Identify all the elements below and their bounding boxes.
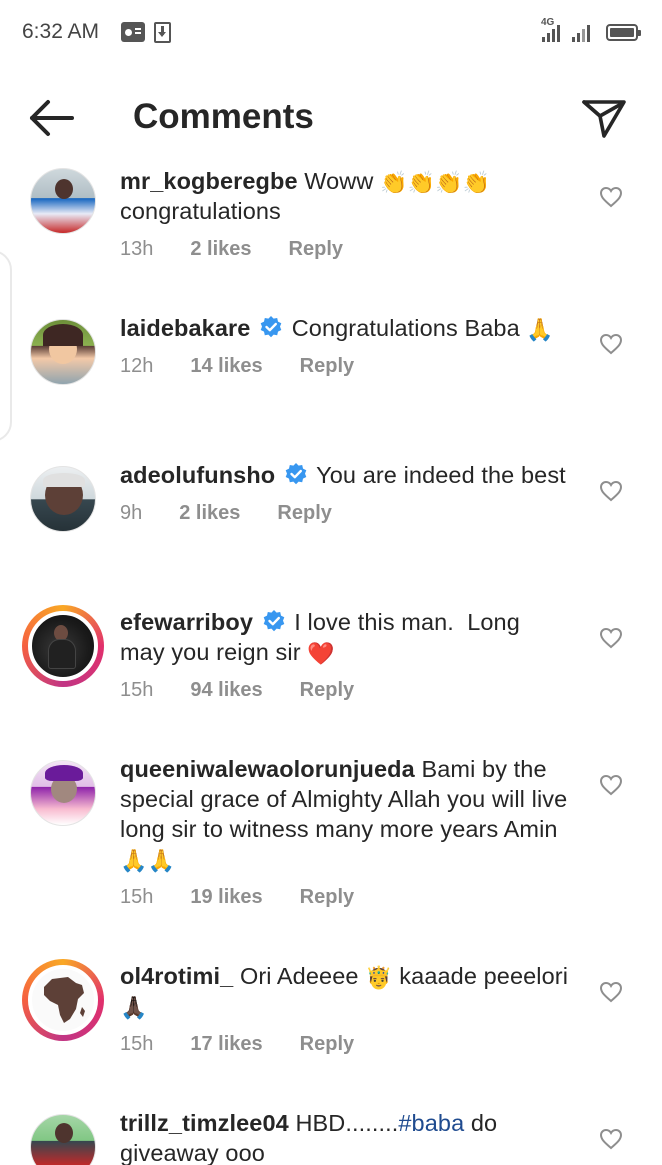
comment-item: mr_kogberegbe Woww 👏👏👏👏 congratulations … [0,156,662,303]
avatar[interactable] [26,164,100,238]
heart-icon[interactable] [599,333,623,355]
avatar[interactable] [26,756,100,830]
header: Comments [0,80,662,156]
avatar[interactable] [26,315,100,389]
comment-item: laidebakare Congratulations Baba 🙏 12h 1… [0,303,662,450]
heart-icon[interactable] [599,1128,623,1150]
likes-count[interactable]: 2 likes [179,502,240,525]
battery-icon [606,24,641,41]
comment-text: queeniwalewaolorunjueda Bami by the spec… [120,756,568,873]
comment-text: trillz_timzlee04 HBD........#baba do giv… [120,1110,498,1165]
paper-plane-icon [582,100,626,138]
avatar[interactable] [26,462,100,536]
verified-badge-icon [285,463,307,485]
username[interactable]: trillz_timzlee04 [120,1110,289,1136]
avatar[interactable] [26,1110,100,1165]
comment-meta: 15h 19 likes Reply [120,886,570,909]
comments-list: mr_kogberegbe Woww 👏👏👏👏 congratulations … [0,156,662,1165]
comment-meta: 12h 14 likes Reply [120,355,570,378]
verified-badge-icon [260,316,282,338]
status-bar: 6:32 AM 4G [0,0,662,66]
reply-button[interactable]: Reply [300,679,354,702]
heart-icon[interactable] [599,480,623,502]
comment-item: queeniwalewaolorunjueda Bami by the spec… [0,744,662,951]
heart-icon[interactable] [599,186,623,208]
likes-count[interactable]: 17 likes [190,1033,262,1056]
username[interactable]: laidebakare [120,315,250,341]
username[interactable]: efewarriboy [120,609,253,635]
comment-item: adeolufunsho You are indeed the best 9h … [0,450,662,597]
comment-text: laidebakare Congratulations Baba 🙏 [120,315,554,342]
avatar[interactable] [22,605,104,687]
comment-text: efewarriboy I love this man. Long may yo… [120,609,527,666]
username[interactable]: adeolufunsho [120,462,275,488]
heart-icon[interactable] [599,774,623,796]
comment-meta: 15h 17 likes Reply [120,1033,570,1056]
comment-time: 15h [120,886,154,908]
verified-badge-icon [263,610,284,632]
avatar[interactable] [22,959,104,1041]
reply-button[interactable]: Reply [277,502,331,525]
reply-button[interactable]: Reply [300,1033,354,1056]
comment-meta: 15h 94 likes Reply [120,679,570,702]
reply-button[interactable]: Reply [300,886,354,909]
share-button[interactable] [578,94,628,142]
heart-icon[interactable] [599,981,623,1003]
username[interactable]: mr_kogberegbe [120,168,298,194]
comment-time: 13h [120,238,154,260]
status-time: 6:32 AM [22,20,100,43]
africa-map-icon [44,977,85,1023]
reply-button[interactable]: Reply [300,355,354,378]
comment-time: 9h [120,502,143,524]
signal-icon [572,24,590,42]
comment-text: adeolufunsho You are indeed the best [120,462,566,488]
comment-meta: 9h 2 likes Reply [120,502,570,525]
comment-item: ol4rotimi_ Ori Adeeee 🤴 kaaade peeelori … [0,951,662,1098]
likes-count[interactable]: 14 likes [190,355,262,378]
comment-text: ol4rotimi_ Ori Adeeee 🤴 kaaade peeelori … [120,963,569,1020]
likes-count[interactable]: 94 likes [190,679,262,702]
heart-icon[interactable] [599,627,623,649]
hashtag-link[interactable]: #baba [398,1110,464,1136]
back-button[interactable] [24,94,78,142]
username[interactable]: queeniwalewaolorunjueda [120,756,415,782]
signal-icon [542,24,560,42]
likes-count[interactable]: 19 likes [190,886,262,909]
comment-meta: 13h 2 likes Reply [120,238,570,261]
likes-count[interactable]: 2 likes [190,238,251,261]
radio-icon [121,22,145,42]
arrow-left-icon [30,100,74,136]
comment-time: 15h [120,1033,154,1055]
page-title: Comments [133,97,314,136]
comment-item: trillz_timzlee04 HBD........#baba do giv… [0,1098,662,1165]
comment-item: efewarriboy I love this man. Long may yo… [0,597,662,744]
reply-button[interactable]: Reply [289,238,343,261]
comment-time: 12h [120,355,154,377]
username[interactable]: ol4rotimi_ [120,963,233,989]
comment-time: 15h [120,679,154,701]
comment-text: mr_kogberegbe Woww 👏👏👏👏 congratulations [120,168,491,224]
download-icon [154,22,171,43]
